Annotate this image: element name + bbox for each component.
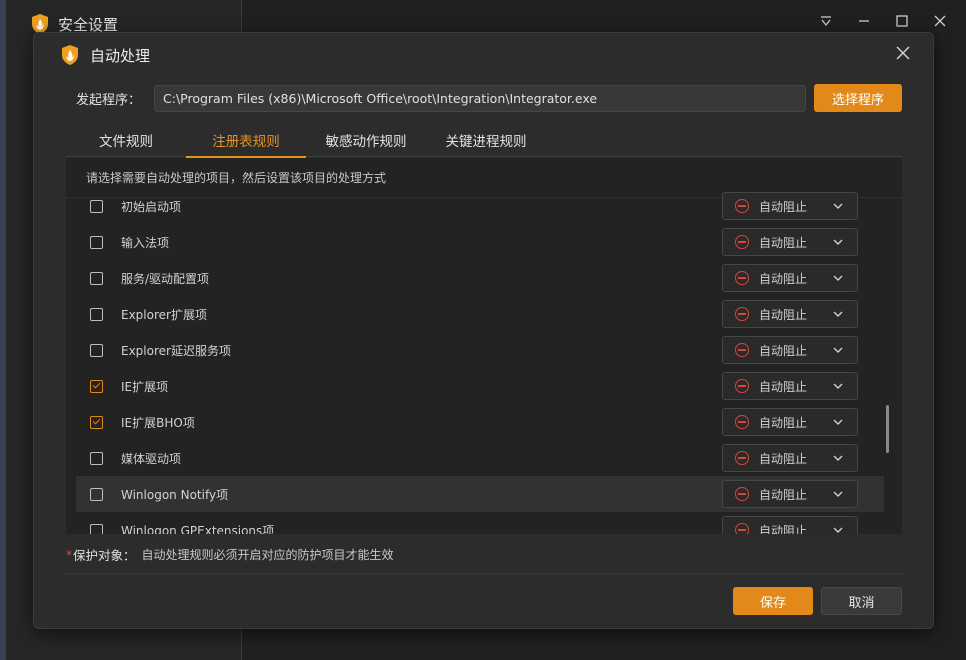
action-label: 自动阻止 [759, 379, 808, 394]
action-label: 自动阻止 [759, 487, 808, 502]
action-label: 自动阻止 [759, 343, 808, 358]
auto-process-dialog: 自动处理 发起程序： C:\Program Files (x86)\Micros… [33, 32, 934, 629]
rule-row: Winlogon GPExtensions项 自动阻止 [66, 512, 886, 534]
action-label: 自动阻止 [759, 307, 808, 322]
tab-key-process-rules[interactable]: 关键进程规则 [426, 123, 546, 157]
rule-rows: 初始启动项 自动阻止 输入法项 自动阻止 服务/驱动配置项 自动阻止 Explorer扩展项… [66, 188, 886, 534]
action-dropdown[interactable]: 自动阻止 [722, 408, 858, 436]
rule-checkbox[interactable] [90, 451, 103, 465]
cancel-button[interactable]: 取消 [821, 587, 902, 615]
shield-logo-icon [62, 45, 78, 65]
save-button[interactable]: 保存 [733, 587, 813, 615]
action-dropdown[interactable]: 自动阻止 [722, 264, 858, 292]
chevron-down-icon [833, 275, 843, 281]
action-dropdown[interactable]: 自动阻止 [722, 516, 858, 534]
chevron-down-icon [833, 455, 843, 461]
rule-checkbox[interactable] [90, 343, 103, 357]
rule-checkbox[interactable] [90, 271, 103, 285]
block-icon [735, 451, 749, 465]
block-icon [735, 199, 749, 213]
action-label: 自动阻止 [759, 271, 808, 286]
chevron-down-icon [833, 347, 843, 353]
rule-row: Explorer延迟服务项 自动阻止 [66, 332, 886, 368]
rule-checkbox[interactable] [90, 523, 103, 534]
chevron-down-icon [833, 383, 843, 389]
chevron-down-icon [833, 419, 843, 425]
action-dropdown[interactable]: 自动阻止 [722, 228, 858, 256]
choose-program-button[interactable]: 选择程序 [814, 84, 902, 112]
block-icon [735, 379, 749, 393]
action-dropdown[interactable]: 自动阻止 [722, 192, 858, 220]
window-close-icon[interactable] [932, 12, 948, 30]
rule-checkbox[interactable] [90, 487, 103, 501]
rule-row: Explorer扩展项 自动阻止 [66, 296, 886, 332]
rule-checkbox[interactable] [90, 235, 103, 249]
maximize-icon[interactable] [894, 12, 910, 30]
rule-row: 输入法项 自动阻止 [66, 224, 886, 260]
minimize-icon[interactable] [856, 12, 872, 30]
rule-checkbox[interactable] [90, 415, 103, 429]
chevron-down-icon [833, 491, 843, 497]
launcher-label: 发起程序： [76, 92, 142, 108]
list-scrollbar[interactable] [886, 405, 889, 453]
chevron-down-icon [833, 203, 843, 209]
rule-row: IE扩展项 自动阻止 [66, 368, 886, 404]
action-dropdown[interactable]: 自动阻止 [722, 300, 858, 328]
dialog-title: 自动处理 [90, 46, 151, 65]
rule-row: 服务/驱动配置项 自动阻止 [66, 260, 886, 296]
required-mark: * [66, 547, 72, 562]
action-label: 自动阻止 [759, 199, 808, 214]
action-label: 自动阻止 [759, 235, 808, 250]
dialog-header: 自动处理 [60, 41, 150, 69]
block-icon [735, 523, 749, 534]
action-dropdown[interactable]: 自动阻止 [722, 336, 858, 364]
action-dropdown[interactable]: 自动阻止 [722, 480, 858, 508]
window-controls [818, 12, 948, 30]
dialog-close-icon[interactable] [895, 45, 911, 61]
rule-tabs: 文件规则 注册表规则 敏感动作规则 关键进程规则 [66, 123, 902, 158]
rule-row: 媒体驱动项 自动阻止 [66, 440, 886, 476]
launcher-path-field[interactable]: C:\Program Files (x86)\Microsoft Office\… [154, 84, 806, 112]
tab-sensitive-action-rules[interactable]: 敏感动作规则 [306, 123, 426, 157]
footer-divider [66, 573, 902, 574]
rule-checkbox[interactable] [90, 379, 103, 393]
action-dropdown[interactable]: 自动阻止 [722, 444, 858, 472]
block-icon [735, 271, 749, 285]
rule-row: 初始启动项 自动阻止 [66, 188, 886, 224]
chevron-down-icon [833, 239, 843, 245]
rule-row: Winlogon Notify项 自动阻止 [76, 476, 884, 512]
action-label: 自动阻止 [759, 451, 808, 466]
block-icon [735, 343, 749, 357]
block-icon [735, 235, 749, 249]
action-label: 自动阻止 [759, 523, 808, 535]
launcher-row: 发起程序： C:\Program Files (x86)\Microsoft O… [76, 84, 902, 112]
protect-target-label: 保护对象： [73, 548, 136, 563]
action-label: 自动阻止 [759, 415, 808, 430]
chevron-down-icon [833, 527, 843, 533]
rule-checkbox[interactable] [90, 199, 103, 213]
rule-row: IE扩展BHO项 自动阻止 [66, 404, 886, 440]
tab-registry-rules[interactable]: 注册表规则 [186, 123, 306, 158]
block-icon [735, 415, 749, 429]
tab-file-rules[interactable]: 文件规则 [66, 123, 186, 157]
chevron-down-icon [833, 311, 843, 317]
rule-checkbox[interactable] [90, 307, 103, 321]
protect-note: * 保护对象： 自动处理规则必须开启对应的防护项目才能生效 [66, 545, 394, 564]
block-icon [735, 487, 749, 501]
action-dropdown[interactable]: 自动阻止 [722, 372, 858, 400]
registry-rule-list: 请选择需要自动处理的项目，然后设置该项目的处理方式 初始启动项 自动阻止 输入法项自… [66, 158, 902, 534]
menu-dropdown-icon[interactable] [818, 12, 834, 30]
block-icon [735, 307, 749, 321]
protect-target-text: 自动处理规则必须开启对应的防护项目才能生效 [141, 548, 394, 562]
